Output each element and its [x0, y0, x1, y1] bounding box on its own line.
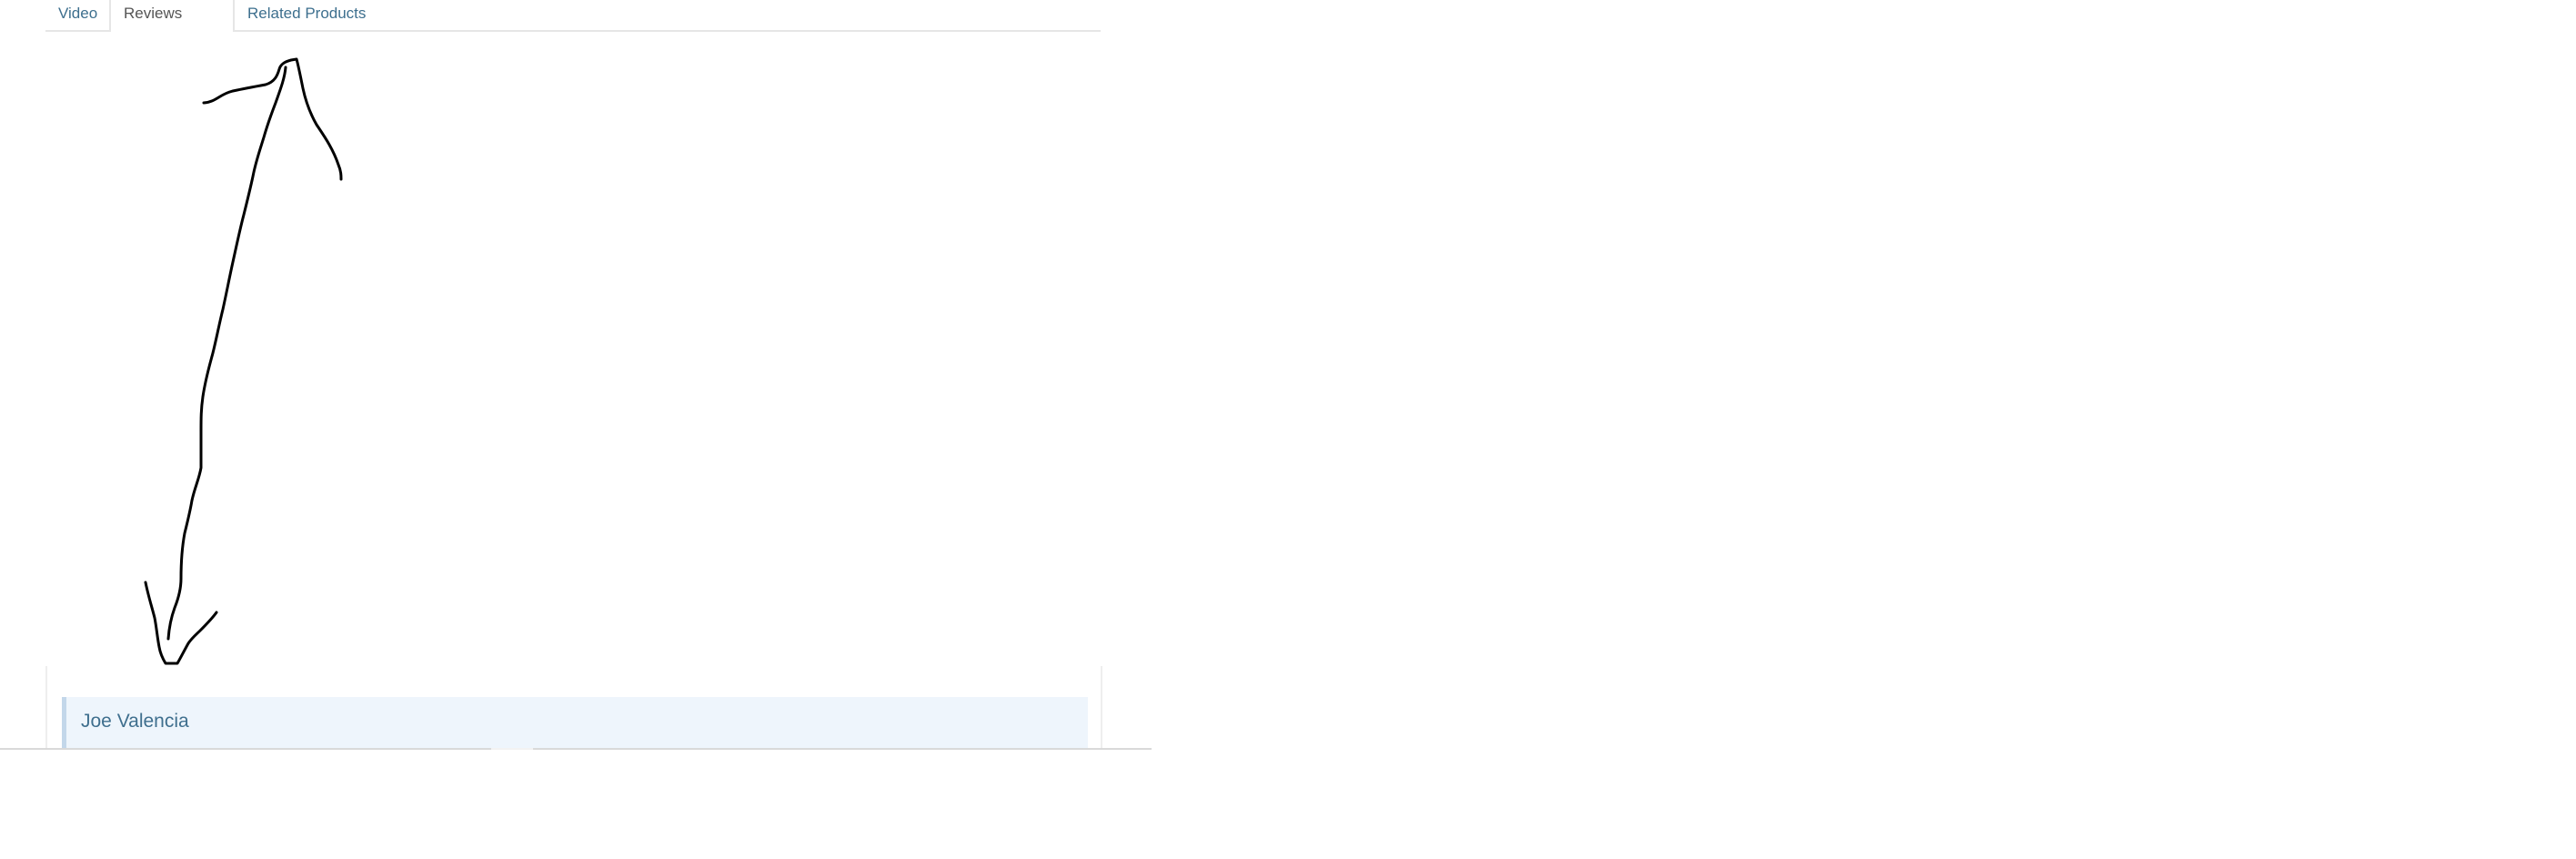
- arrow-body: [166, 66, 287, 641]
- review-panel: Joe Valencia: [45, 666, 1102, 748]
- reviewer-name: Joe Valencia: [81, 711, 189, 732]
- tab-reviews[interactable]: Reviews: [109, 0, 235, 32]
- review-header: Joe Valencia: [62, 697, 1088, 748]
- product-page: Video Reviews Related Products Joe Valen…: [0, 0, 2576, 859]
- page-divider: [0, 748, 1152, 750]
- tab-video[interactable]: Video: [45, 0, 109, 30]
- product-tabs: Video Reviews Related Products: [45, 0, 1101, 32]
- arrow-shaft: [202, 57, 343, 181]
- arrow-bottom-head: [144, 581, 218, 665]
- tab-related-products[interactable]: Related Products: [235, 0, 387, 30]
- page-divider-highlight: [491, 748, 533, 750]
